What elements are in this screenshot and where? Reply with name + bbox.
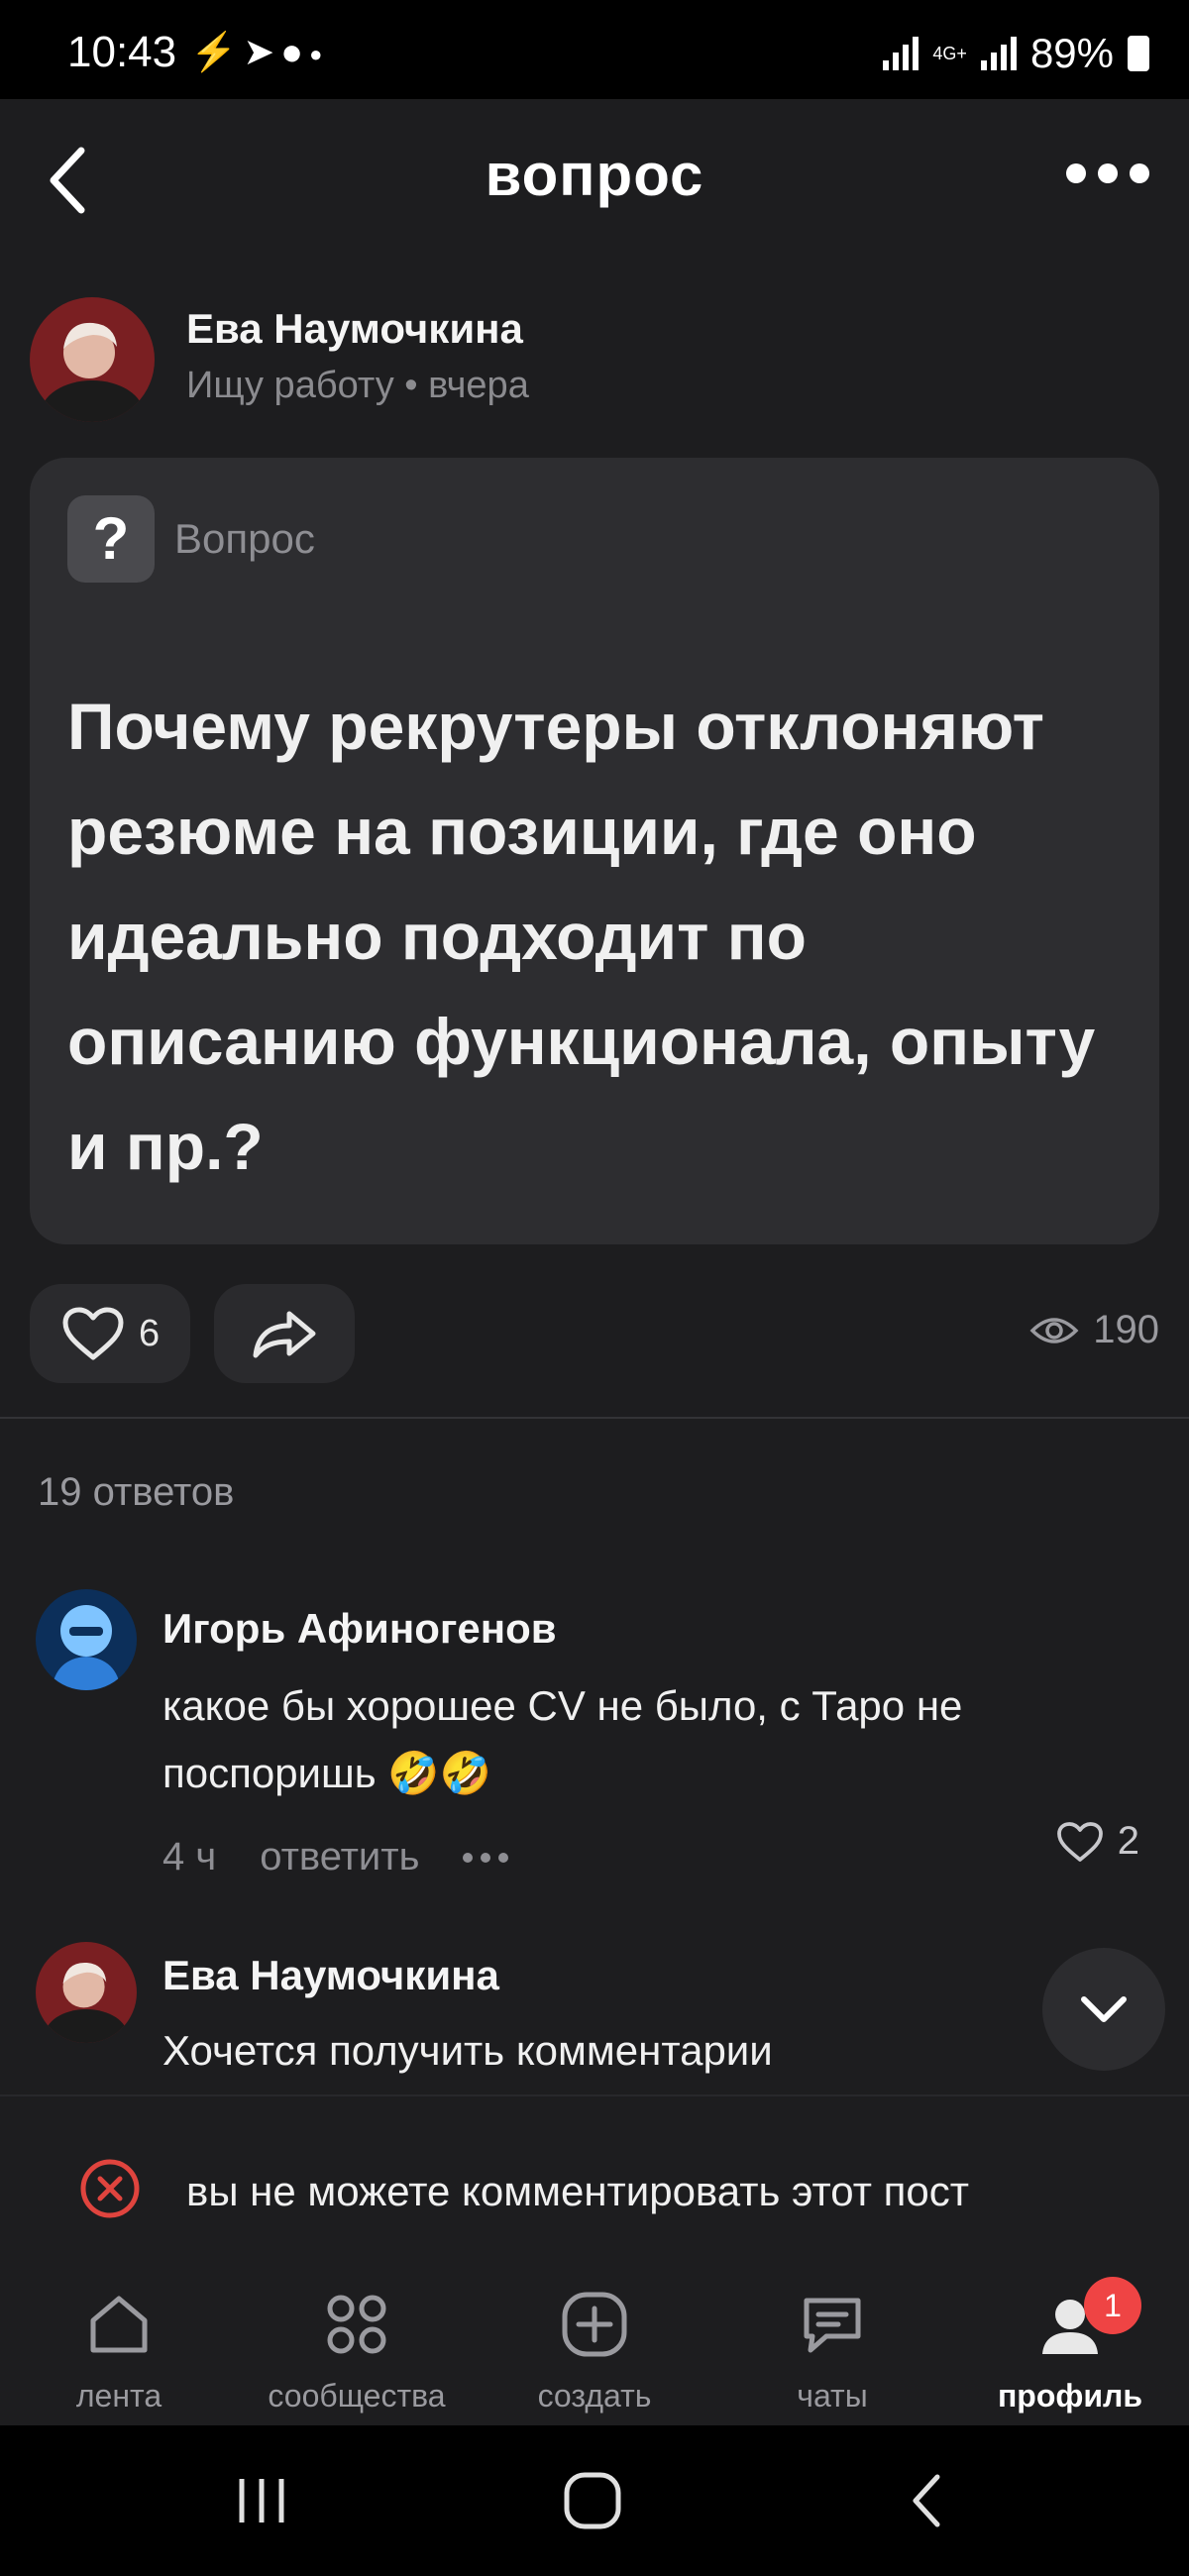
share-button[interactable] bbox=[214, 1284, 355, 1383]
home-button-icon[interactable] bbox=[561, 2469, 624, 2532]
chevron-left-icon bbox=[50, 147, 85, 214]
comment-meta: 4 ч ответить bbox=[162, 1835, 509, 1879]
system-navigation-bar bbox=[0, 2425, 1189, 2576]
more-dot bbox=[1130, 163, 1149, 183]
signal-icon bbox=[883, 37, 919, 70]
comment-text: какое бы хорошее CV не было, с Таро не п… bbox=[162, 1682, 963, 1796]
charging-icon: ⚡ bbox=[190, 32, 244, 73]
system-back-icon[interactable] bbox=[900, 2469, 955, 2532]
question-type-label: Вопрос bbox=[174, 515, 315, 562]
status-bar: 10:43 ⚡➤●● 4G+ 89% bbox=[0, 0, 1189, 99]
comment-like-button[interactable]: 2 bbox=[1056, 1819, 1139, 1864]
heart-icon bbox=[1056, 1821, 1103, 1862]
plus-square-icon bbox=[562, 2292, 627, 2357]
question-icon: ? bbox=[67, 495, 155, 583]
nav-label: чаты bbox=[797, 2378, 868, 2414]
answers-count: 19 ответов bbox=[38, 1470, 235, 1514]
more-dot bbox=[1066, 163, 1086, 183]
eye-icon bbox=[1029, 1317, 1079, 1343]
dot-icon: ● bbox=[309, 41, 329, 66]
question-text: Почему рекрутеры отклоняют резюме на поз… bbox=[67, 690, 1096, 1183]
nav-item-communities[interactable]: сообщества bbox=[238, 2255, 476, 2425]
page-title: вопрос bbox=[485, 142, 704, 208]
comment-avatar[interactable] bbox=[36, 1942, 137, 2043]
nav-item-feed[interactable]: лента bbox=[0, 2255, 238, 2425]
author-name[interactable]: Ева Наумочкина bbox=[186, 305, 523, 353]
battery-icon bbox=[1128, 36, 1149, 71]
like-button[interactable]: 6 bbox=[30, 1284, 190, 1383]
battery-percent: 89% bbox=[1029, 30, 1114, 76]
nav-label: профиль bbox=[997, 2378, 1143, 2414]
author-avatar-image bbox=[30, 297, 155, 422]
status-right: 4G+ 89% bbox=[883, 30, 1149, 77]
author-meta: Ищу работу • вчера bbox=[186, 365, 529, 406]
network-type: 4G+ bbox=[932, 44, 967, 63]
more-dot bbox=[1098, 163, 1118, 183]
comment-time: 4 ч bbox=[162, 1835, 217, 1878]
comment-author[interactable]: Ева Наумочкина bbox=[162, 1952, 499, 1999]
nav-item-chats[interactable]: чаты bbox=[713, 2255, 951, 2425]
nav-label: сообщества bbox=[268, 2378, 446, 2414]
more-options-button[interactable] bbox=[1064, 159, 1149, 188]
comment-avatar-image bbox=[36, 1942, 137, 2043]
comment-text: Хочется получить комментарии bbox=[162, 2027, 773, 2074]
comment-more-button[interactable] bbox=[463, 1852, 509, 1863]
comment-like-count: 2 bbox=[1117, 1819, 1139, 1863]
notice-text: вы не можете комментировать этот пост bbox=[186, 2168, 969, 2214]
error-icon bbox=[80, 2159, 140, 2218]
status-left-icons: ⚡➤●● bbox=[190, 30, 328, 74]
like-count: 6 bbox=[139, 1312, 161, 1354]
divider bbox=[0, 1417, 1189, 1419]
chat-icon bbox=[804, 2298, 861, 2353]
bottom-navigation: лента сообщества создать чаты профиль 1 bbox=[0, 2255, 1189, 2425]
status-time: 10:43 bbox=[67, 28, 177, 76]
nav-label: создать bbox=[537, 2378, 652, 2414]
comment-avatar[interactable] bbox=[36, 1589, 137, 1690]
notification-badge: 1 bbox=[1084, 2277, 1141, 2334]
scroll-down-button[interactable] bbox=[1042, 1948, 1165, 2071]
nav-label: лента bbox=[75, 2378, 162, 2414]
comment-avatar-image bbox=[36, 1589, 137, 1690]
account-icon: ● bbox=[280, 32, 310, 73]
nav-item-profile[interactable]: профиль bbox=[951, 2255, 1189, 2425]
heart-icon bbox=[62, 1307, 124, 1360]
telegram-icon: ➤ bbox=[243, 32, 281, 73]
question-card: ? Вопрос Почему рекрутеры отклоняют резю… bbox=[30, 458, 1159, 1244]
share-icon bbox=[253, 1311, 316, 1358]
top-app-bar: вопрос bbox=[0, 99, 1189, 258]
signal-icon-2 bbox=[980, 37, 1017, 70]
recent-apps-icon[interactable] bbox=[234, 2471, 289, 2530]
reply-button[interactable]: ответить bbox=[260, 1835, 419, 1879]
author-avatar[interactable] bbox=[30, 297, 155, 422]
comment-author[interactable]: Игорь Афиногенов bbox=[162, 1605, 557, 1653]
home-icon bbox=[90, 2296, 148, 2353]
comment-disabled-notice: вы не можете комментировать этот пост bbox=[0, 2094, 1189, 2255]
chevron-down-icon bbox=[1081, 1996, 1127, 2022]
views-count: 190 bbox=[1093, 1308, 1159, 1351]
views-counter: 190 bbox=[1029, 1308, 1159, 1352]
grid-icon bbox=[327, 2295, 386, 2354]
nav-item-create[interactable]: создать bbox=[476, 2255, 713, 2425]
back-button[interactable] bbox=[40, 141, 99, 220]
